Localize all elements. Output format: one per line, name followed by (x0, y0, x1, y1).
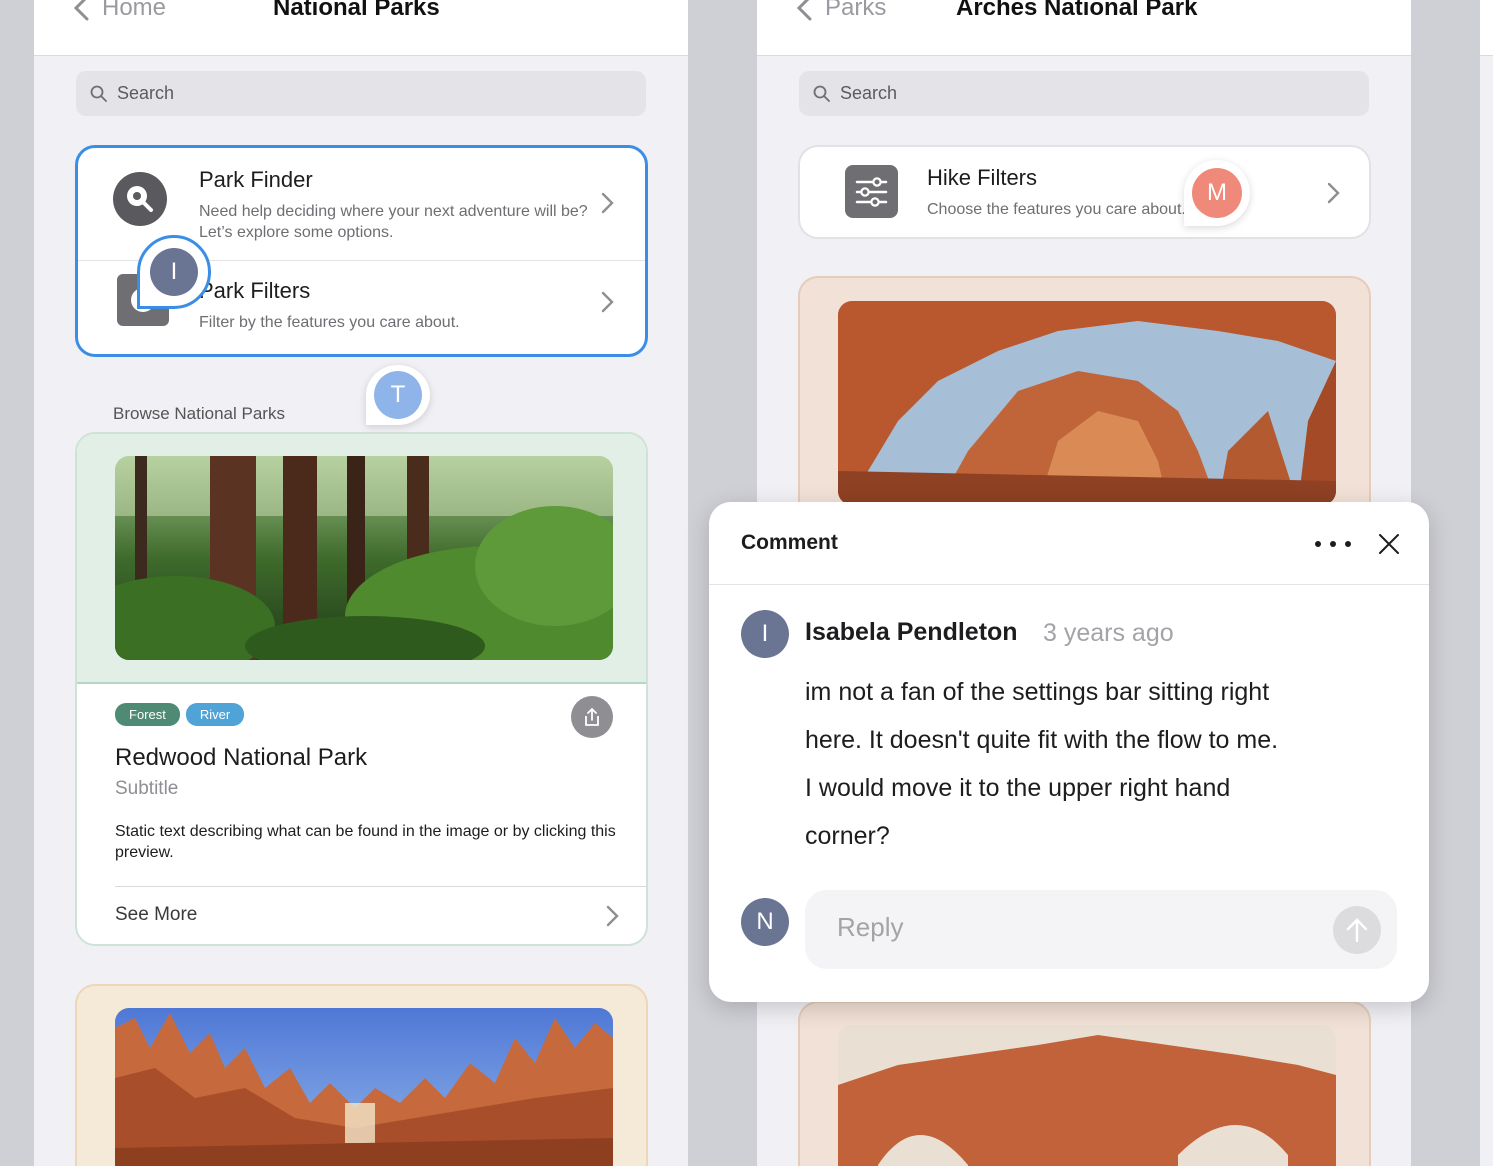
back-label: Parks (825, 0, 887, 21)
park-description: Static text describing what can be found… (115, 823, 616, 861)
author-avatar: I (741, 610, 789, 658)
park-finder-title: Park Finder (199, 167, 313, 192)
reply-avatar: N (741, 898, 789, 946)
comment-timestamp: 3 years ago (1043, 619, 1174, 647)
search-icon (813, 85, 830, 102)
tag-forest: Forest (115, 703, 180, 726)
chevron-left-icon (73, 0, 89, 21)
dot-icon (1345, 541, 1351, 547)
left-screen: Home National Parks Park Finder Need hel… (34, 0, 688, 1166)
canyon-hoodoos-image (115, 1008, 613, 1166)
double-arch-image (838, 301, 1336, 505)
comment-pin-m[interactable]: M (1184, 160, 1250, 226)
sliders-icon (845, 165, 898, 218)
more-options-button[interactable] (1315, 538, 1351, 550)
chevron-right-icon (601, 291, 614, 313)
windows-arch-image (838, 1025, 1336, 1166)
tag-list: Forest River (115, 703, 250, 726)
nav-bar: Parks Arches National Park (757, 0, 1411, 56)
park-title: Redwood National Park (115, 744, 368, 771)
park-card-arches-windows[interactable] (798, 1001, 1371, 1166)
search-input[interactable] (117, 83, 597, 104)
comment-line: im not a fan of the settings bar sitting… (805, 678, 1270, 706)
third-screen-edge (1480, 0, 1493, 1166)
back-button[interactable]: Home (72, 0, 166, 22)
page-title: Arches National Park (956, 0, 1198, 21)
park-card-arches-double[interactable] (798, 276, 1371, 536)
comment-line: I would move it to the upper right hand (805, 774, 1231, 802)
pin-avatar: T (374, 371, 422, 419)
hike-filters-row[interactable]: Hike Filters Choose the features you car… (798, 145, 1371, 239)
search-bar[interactable] (799, 71, 1369, 116)
pin-avatar: I (150, 248, 198, 296)
pin-avatar: M (1192, 168, 1242, 218)
park-filters-description: Filter by the features you care about. (199, 314, 460, 331)
chevron-right-icon (606, 905, 619, 927)
dot-icon (1315, 541, 1321, 547)
divider (115, 886, 646, 887)
search-location-icon (113, 172, 167, 226)
chevron-right-icon (1327, 182, 1340, 204)
park-filters-title: Park Filters (199, 278, 311, 303)
share-icon (585, 707, 599, 726)
comment-header: Comment (709, 502, 1429, 585)
park-card-redwood[interactable]: Forest River Redwood National Park Subtit… (75, 432, 648, 946)
tag-river: River (185, 703, 245, 726)
redwood-forest-image (115, 456, 613, 660)
see-more-link[interactable]: See More (115, 904, 197, 926)
comment-body: im not a fan of the settings bar sitting… (805, 668, 1365, 860)
hike-filters-description: Choose the features you care about. (927, 201, 1186, 218)
back-button[interactable]: Parks (795, 0, 886, 22)
park-card-canyon[interactable] (75, 984, 648, 1166)
comment-pin-i[interactable]: I (137, 235, 211, 309)
arrow-up-icon (1346, 918, 1368, 943)
search-bar[interactable] (76, 71, 646, 116)
reply-input[interactable] (837, 912, 1297, 943)
comment-popup: Comment I Isabela Pendleton 3 years ago … (709, 502, 1429, 1002)
comment-author: Isabela Pendleton (805, 618, 1018, 646)
chevron-right-icon (601, 192, 614, 214)
close-icon[interactable] (1377, 532, 1401, 556)
chevron-left-icon (796, 0, 812, 21)
search-input[interactable] (840, 83, 1320, 104)
comment-title: Comment (741, 531, 838, 554)
section-label: Browse National Parks (113, 404, 285, 423)
share-button[interactable] (571, 696, 613, 738)
send-button[interactable] (1333, 906, 1381, 954)
back-label: Home (102, 0, 167, 21)
comment-pin-t[interactable]: T (366, 365, 430, 425)
page-title: National Parks (273, 0, 440, 21)
comment-line: here. It doesn't quite fit with the flow… (805, 726, 1279, 754)
hike-filters-title: Hike Filters (927, 165, 1038, 190)
nav-bar: Home National Parks (34, 0, 688, 56)
park-subtitle: Subtitle (115, 778, 179, 799)
reply-box[interactable] (805, 890, 1397, 969)
search-icon (90, 85, 107, 102)
nav-bar (1480, 0, 1493, 56)
park-finder-description: Need help deciding where your next adven… (199, 203, 588, 241)
dot-icon (1330, 541, 1336, 547)
comment-line: corner? (805, 822, 890, 850)
